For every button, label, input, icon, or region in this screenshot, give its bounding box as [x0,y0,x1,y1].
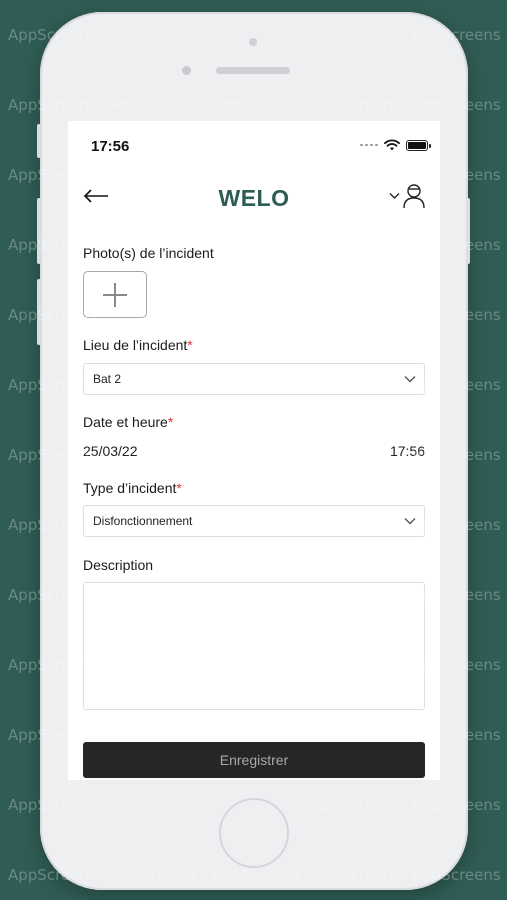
profile-menu-button[interactable] [388,181,426,211]
description-textarea[interactable] [83,582,425,710]
location-select[interactable]: Bat 2 [83,363,425,395]
chevron-down-icon [389,193,400,199]
volume-up-button [37,198,41,264]
front-camera [182,66,191,75]
chevron-down-icon [404,518,416,525]
wifi-icon [384,139,400,151]
home-button[interactable] [219,798,289,868]
date-value[interactable]: 25/03/22 [83,443,138,459]
save-button[interactable]: Enregistrer [83,742,425,778]
status-time: 17:56 [91,138,130,155]
app-logo-title: WELO [218,185,290,211]
required-marker: * [176,480,182,496]
earpiece-speaker [216,67,290,74]
required-marker: * [187,337,193,353]
incident-type-select[interactable]: Disfonctionnement [83,505,425,537]
battery-icon [406,139,431,151]
required-marker: * [167,414,174,430]
app-screen: 17:56 WELO Photo(s) de l’incident Lieu d… [68,121,440,780]
mute-switch [37,124,41,158]
time-value[interactable]: 17:56 [390,443,425,459]
signal-icon [360,144,378,146]
volume-down-button [37,279,41,345]
incident-type-label-text: Type d’incident [83,480,177,496]
photos-label: Photo(s) de l’incident [83,245,214,261]
power-button [466,198,470,264]
location-label-text: Lieu de l’incident [83,337,188,353]
status-icons [360,139,431,151]
top-nav: WELO [68,177,440,217]
description-label: Description [83,557,154,573]
status-bar: 17:56 [68,121,440,171]
datetime-label-text: Date et heure [83,414,168,430]
chevron-down-icon [404,376,416,383]
datetime-label: Date et heure* [83,414,173,430]
location-label: Lieu de l’incident* [83,337,193,353]
phone-top-dot [249,38,257,46]
incident-type-label: Type d’incident* [83,480,182,496]
location-select-value: Bat 2 [93,372,122,386]
incident-type-select-value: Disfonctionnement [93,514,193,528]
add-photo-button[interactable] [83,271,147,318]
user-icon [403,184,425,209]
plus-icon [103,282,127,307]
